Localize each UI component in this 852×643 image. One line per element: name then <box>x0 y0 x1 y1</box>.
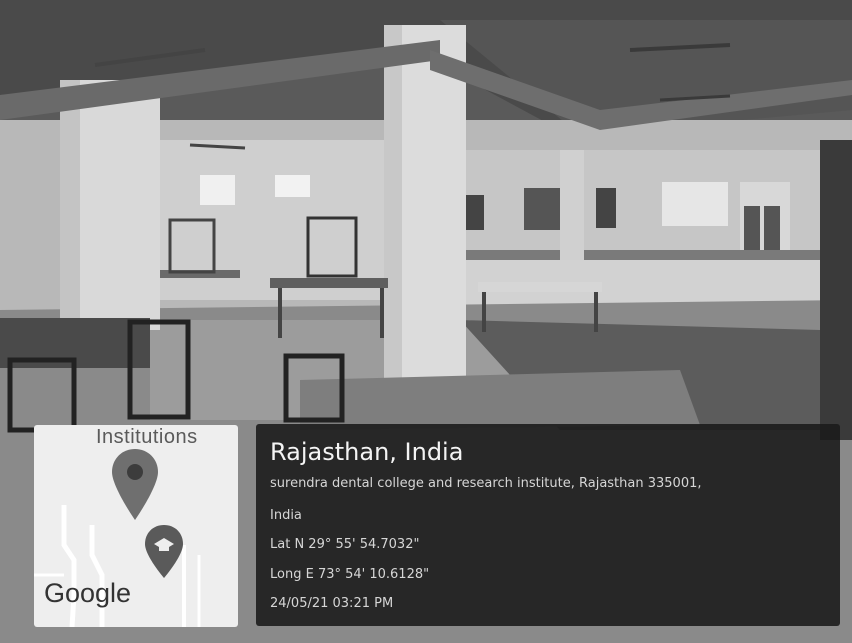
geotag-info-card: Rajasthan, India surendra dental college… <box>256 424 840 626</box>
longitude: Long E 73° 54' 10.6128" <box>270 567 430 582</box>
timestamp: 24/05/21 03:21 PM <box>270 596 394 611</box>
geotagged-photo: Institutions Google Rajasthan, India sur… <box>0 0 852 643</box>
google-logo: Google <box>44 578 132 608</box>
map-thumbnail[interactable]: Institutions Google <box>34 425 238 627</box>
address-line-2: India <box>270 508 302 523</box>
location-title: Rajasthan, India <box>270 438 464 466</box>
address-line-1: surendra dental college and research ins… <box>270 476 702 491</box>
latitude: Lat N 29° 55' 54.7032" <box>270 537 420 552</box>
